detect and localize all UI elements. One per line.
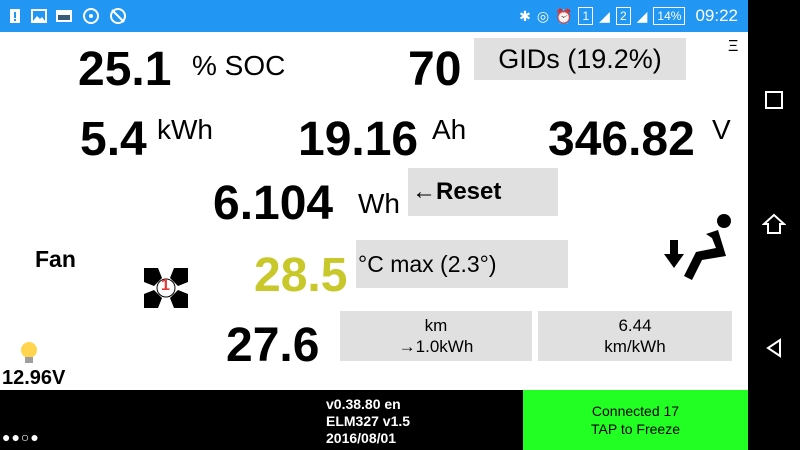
wh-value: 6.104 bbox=[213, 177, 334, 230]
fan-icon[interactable]: 1 bbox=[140, 264, 192, 312]
navigation-bar bbox=[748, 0, 800, 450]
menu-icon[interactable]: Ξ bbox=[728, 38, 738, 56]
bottom-bar: ●●○● v0.38.80 en ELM327 v1.5 2016/08/01 … bbox=[0, 390, 748, 450]
connection-status: Connected 17 bbox=[591, 403, 680, 419]
range-value: 27.6 bbox=[226, 319, 320, 372]
status-bar: ✱ ◎ ⏰ 1 ◢ 2 ◢ 14% 09:22 bbox=[0, 0, 748, 32]
wifi-hotspot-icon: ◎ bbox=[536, 7, 550, 24]
image-icon bbox=[31, 9, 47, 23]
connection-status-button[interactable]: Connected 17 TAP to Freeze bbox=[523, 390, 748, 450]
reset-button[interactable]: ←Reset bbox=[408, 168, 558, 216]
sim1-badge: 1 bbox=[578, 7, 594, 25]
efficiency-box[interactable]: 6.44 km/kWh bbox=[538, 311, 732, 361]
aux-voltage: 12.96V bbox=[2, 367, 66, 389]
version-app: v0.38.80 en bbox=[326, 396, 401, 412]
soc-unit: % SOC bbox=[192, 50, 286, 81]
gids-value: 70 bbox=[408, 43, 462, 96]
range-km-label: km bbox=[424, 316, 448, 335]
ah-value: 19.16 bbox=[298, 113, 419, 166]
main-content: 25.1 % SOC 70 GIDs (19.2%) Ξ 5.4 kWh 19.… bbox=[0, 32, 748, 390]
wh-unit: Wh bbox=[358, 188, 400, 219]
version-info: v0.38.80 en ELM327 v1.5 2016/08/01 bbox=[326, 396, 410, 447]
status-right: ✱ ◎ ⏰ 1 ◢ 2 ◢ 14% 09:22 bbox=[519, 0, 738, 32]
alert-icon bbox=[10, 9, 20, 23]
page-indicator[interactable]: ●●○● bbox=[2, 429, 40, 445]
home-icon[interactable] bbox=[762, 212, 786, 236]
voltage-value: 346.82 bbox=[548, 113, 695, 166]
signal1-icon: ◢ bbox=[599, 7, 610, 24]
steering-icon bbox=[83, 8, 99, 24]
freeze-hint: TAP to Freeze bbox=[591, 421, 680, 437]
fan-speed: 1 bbox=[161, 277, 170, 294]
alarm-icon: ⏰ bbox=[555, 7, 573, 24]
temperature-label[interactable]: °C max (2.3°) bbox=[356, 240, 568, 288]
signal2-icon: ◢ bbox=[636, 7, 648, 24]
soc-value: 25.1 bbox=[78, 43, 172, 96]
square-icon[interactable] bbox=[762, 88, 786, 112]
version-date: 2016/08/01 bbox=[326, 430, 397, 446]
gids-label[interactable]: GIDs (19.2%) bbox=[474, 38, 686, 80]
battery-percent: 14% bbox=[653, 7, 686, 25]
clock-time: 09:22 bbox=[695, 6, 738, 25]
efficiency-unit: km/kWh bbox=[604, 337, 666, 356]
ah-unit: Ah bbox=[432, 114, 467, 145]
range-kwh-label: →1.0kWh bbox=[398, 337, 474, 356]
bulb-icon bbox=[21, 342, 37, 363]
fan-label: Fan bbox=[35, 246, 76, 272]
version-elm: ELM327 v1.5 bbox=[326, 413, 411, 429]
efficiency-value: 6.44 bbox=[618, 316, 652, 335]
no-wheel-icon bbox=[110, 8, 126, 24]
photo-icon bbox=[56, 10, 72, 22]
sim2-badge: 2 bbox=[615, 7, 631, 25]
temperature-value: 28.5 bbox=[254, 249, 348, 302]
voltage-unit: V bbox=[712, 114, 731, 145]
kwh-value: 5.4 bbox=[80, 113, 147, 166]
kwh-unit: kWh bbox=[157, 114, 213, 145]
bluetooth-icon: ✱ bbox=[519, 7, 531, 24]
seat-heater-icon[interactable] bbox=[662, 212, 738, 288]
back-icon[interactable] bbox=[762, 336, 786, 360]
range-per-kwh-box[interactable]: km →1.0kWh bbox=[340, 311, 532, 361]
